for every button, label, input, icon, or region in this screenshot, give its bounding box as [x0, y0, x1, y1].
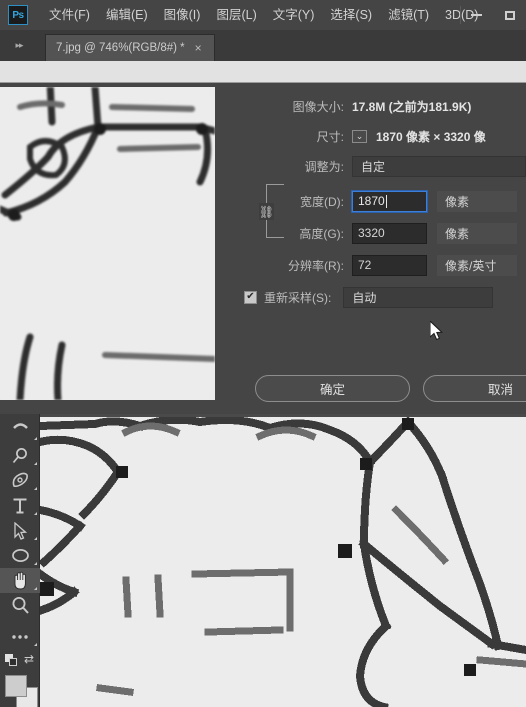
height-row: 高度(G): 3320 像素: [222, 222, 526, 244]
fit-to-row: 调整为: 自定: [222, 155, 526, 177]
zoom-icon: [12, 597, 29, 614]
swap-colors-icon[interactable]: ⇄: [24, 653, 34, 665]
canvas-artwork: [40, 414, 526, 707]
tool-expand-corner: [34, 462, 37, 465]
dimensions-value: 1870 像素 × 3320 像: [376, 129, 486, 144]
chain-bar-top: [266, 184, 284, 185]
tool-blur[interactable]: [0, 418, 40, 443]
foreground-color-swatch[interactable]: [5, 675, 27, 697]
resolution-row: 分辨率(R): 72 像素/英寸: [222, 254, 526, 276]
cancel-button[interactable]: 取消: [423, 375, 526, 402]
width-input-value: 1870: [358, 194, 385, 208]
default-bg-swatch: [9, 658, 17, 666]
blur-icon: [12, 423, 28, 429]
width-unit-select[interactable]: 像素: [437, 190, 517, 212]
dialog-fields: 图像大小: 17.8M (之前为181.9K) 尺寸: ⌄ 1870 像素 × …: [222, 83, 526, 414]
resample-row: ✔ 重新采样(S): 自动: [222, 286, 526, 308]
resample-checkbox[interactable]: ✔: [244, 290, 257, 304]
resample-select[interactable]: 自动: [343, 286, 494, 308]
menu-item-list: 文件(F) 编辑(E) 图像(I) 图层(L) 文字(Y) 选择(S) 滤镜(T…: [41, 0, 486, 30]
tool-edit-toolbar[interactable]: [0, 624, 40, 649]
menu-filter[interactable]: 滤镜(T): [380, 0, 437, 30]
tool-ellipse[interactable]: [0, 543, 40, 568]
dimensions-row: 尺寸: ⌄ 1870 像素 × 3320 像: [222, 125, 526, 147]
fit-to-select[interactable]: 自定: [352, 155, 526, 177]
resample-label: 重新采样(S):: [264, 290, 332, 305]
menu-bar: Ps 文件(F) 编辑(E) 图像(I) 图层(L) 文字(Y) 选择(S) 滤…: [0, 0, 526, 30]
fit-to-label: 调整为:: [304, 159, 344, 174]
maximize-icon: [504, 10, 515, 20]
tools-panel: ⇄: [0, 414, 40, 707]
menu-layer[interactable]: 图层(L): [208, 0, 264, 30]
minimize-icon: [471, 14, 482, 16]
tool-expand-corner: [34, 437, 37, 440]
tool-expand-corner: [34, 487, 37, 490]
image-canvas[interactable]: [40, 414, 526, 707]
menu-type[interactable]: 文字(Y): [265, 0, 323, 30]
image-size-label: 图像大小:: [292, 99, 344, 114]
height-input[interactable]: 3320: [352, 222, 427, 244]
image-size-row: 图像大小: 17.8M (之前为181.9K): [222, 95, 526, 117]
tool-pen[interactable]: [0, 468, 40, 493]
type-icon: [13, 498, 27, 514]
menu-edit[interactable]: 编辑(E): [98, 0, 156, 30]
more-tools-icon: [12, 634, 28, 639]
width-input[interactable]: 1870: [352, 190, 427, 212]
canvas-top-edge: [40, 414, 526, 417]
text-caret: [385, 194, 387, 208]
tool-expand-corner: [34, 512, 37, 515]
hand-icon: [14, 571, 26, 590]
menu-file[interactable]: 文件(F): [41, 0, 98, 30]
color-swatches: [0, 671, 40, 707]
document-tab-label: 7.jpg @ 746%(RGB/8#) *: [56, 42, 185, 54]
document-tab[interactable]: 7.jpg @ 746%(RGB/8#) * ×: [45, 34, 215, 61]
height-unit-select[interactable]: 像素: [437, 222, 517, 244]
image-size-dialog: 图像大小: 17.8M (之前为181.9K) 尺寸: ⌄ 1870 像素 × …: [0, 83, 526, 414]
ok-button[interactable]: 确定: [255, 375, 410, 402]
width-label: 宽度(D):: [300, 194, 344, 209]
tool-hand[interactable]: [0, 568, 40, 593]
tool-zoom[interactable]: [0, 593, 40, 618]
dodge-icon: [12, 447, 27, 463]
menu-select[interactable]: 选择(S): [322, 0, 380, 30]
dimensions-label: 尺寸:: [316, 129, 344, 144]
height-label: 高度(G):: [299, 226, 344, 241]
width-row: 宽度(D): 1870 像素: [222, 190, 526, 212]
path-selection-icon: [13, 521, 27, 540]
tool-expand-corner: [34, 587, 37, 590]
color-mini-controls: ⇄: [0, 649, 40, 671]
window-controls: [460, 0, 526, 30]
maximize-button[interactable]: [493, 0, 526, 30]
tool-path-selection[interactable]: [0, 518, 40, 543]
chevron-down-icon[interactable]: ⌄: [352, 129, 367, 143]
pen-icon: [12, 472, 28, 487]
menu-image[interactable]: 图像(I): [156, 0, 209, 30]
photoshop-logo-icon[interactable]: Ps: [8, 5, 28, 25]
tool-dodge[interactable]: [0, 443, 40, 468]
toolbar-options-band: [0, 61, 526, 83]
resolution-input[interactable]: 72: [352, 254, 427, 276]
close-icon[interactable]: ×: [195, 42, 202, 54]
collapse-panels-icon[interactable]: ▸▸: [6, 36, 32, 54]
minimize-button[interactable]: [460, 0, 493, 30]
tool-type[interactable]: [0, 493, 40, 518]
document-tab-strip: ▸▸ 7.jpg @ 746%(RGB/8#) * ×: [0, 30, 526, 61]
image-preview[interactable]: [0, 87, 215, 400]
window-controls-divider: [460, 6, 461, 24]
resolution-label: 分辨率(R):: [288, 258, 344, 273]
tool-expand-corner: [34, 537, 37, 540]
image-size-value: 17.8M (之前为181.9K): [352, 99, 472, 114]
photoshop-window: Ps 文件(F) 编辑(E) 图像(I) 图层(L) 文字(Y) 选择(S) 滤…: [0, 0, 526, 707]
ellipse-icon: [11, 549, 29, 562]
default-colors-icon[interactable]: [5, 654, 17, 666]
resolution-unit-select[interactable]: 像素/英寸: [437, 254, 517, 276]
tool-expand-corner: [34, 643, 37, 646]
tool-expand-corner: [34, 562, 37, 565]
